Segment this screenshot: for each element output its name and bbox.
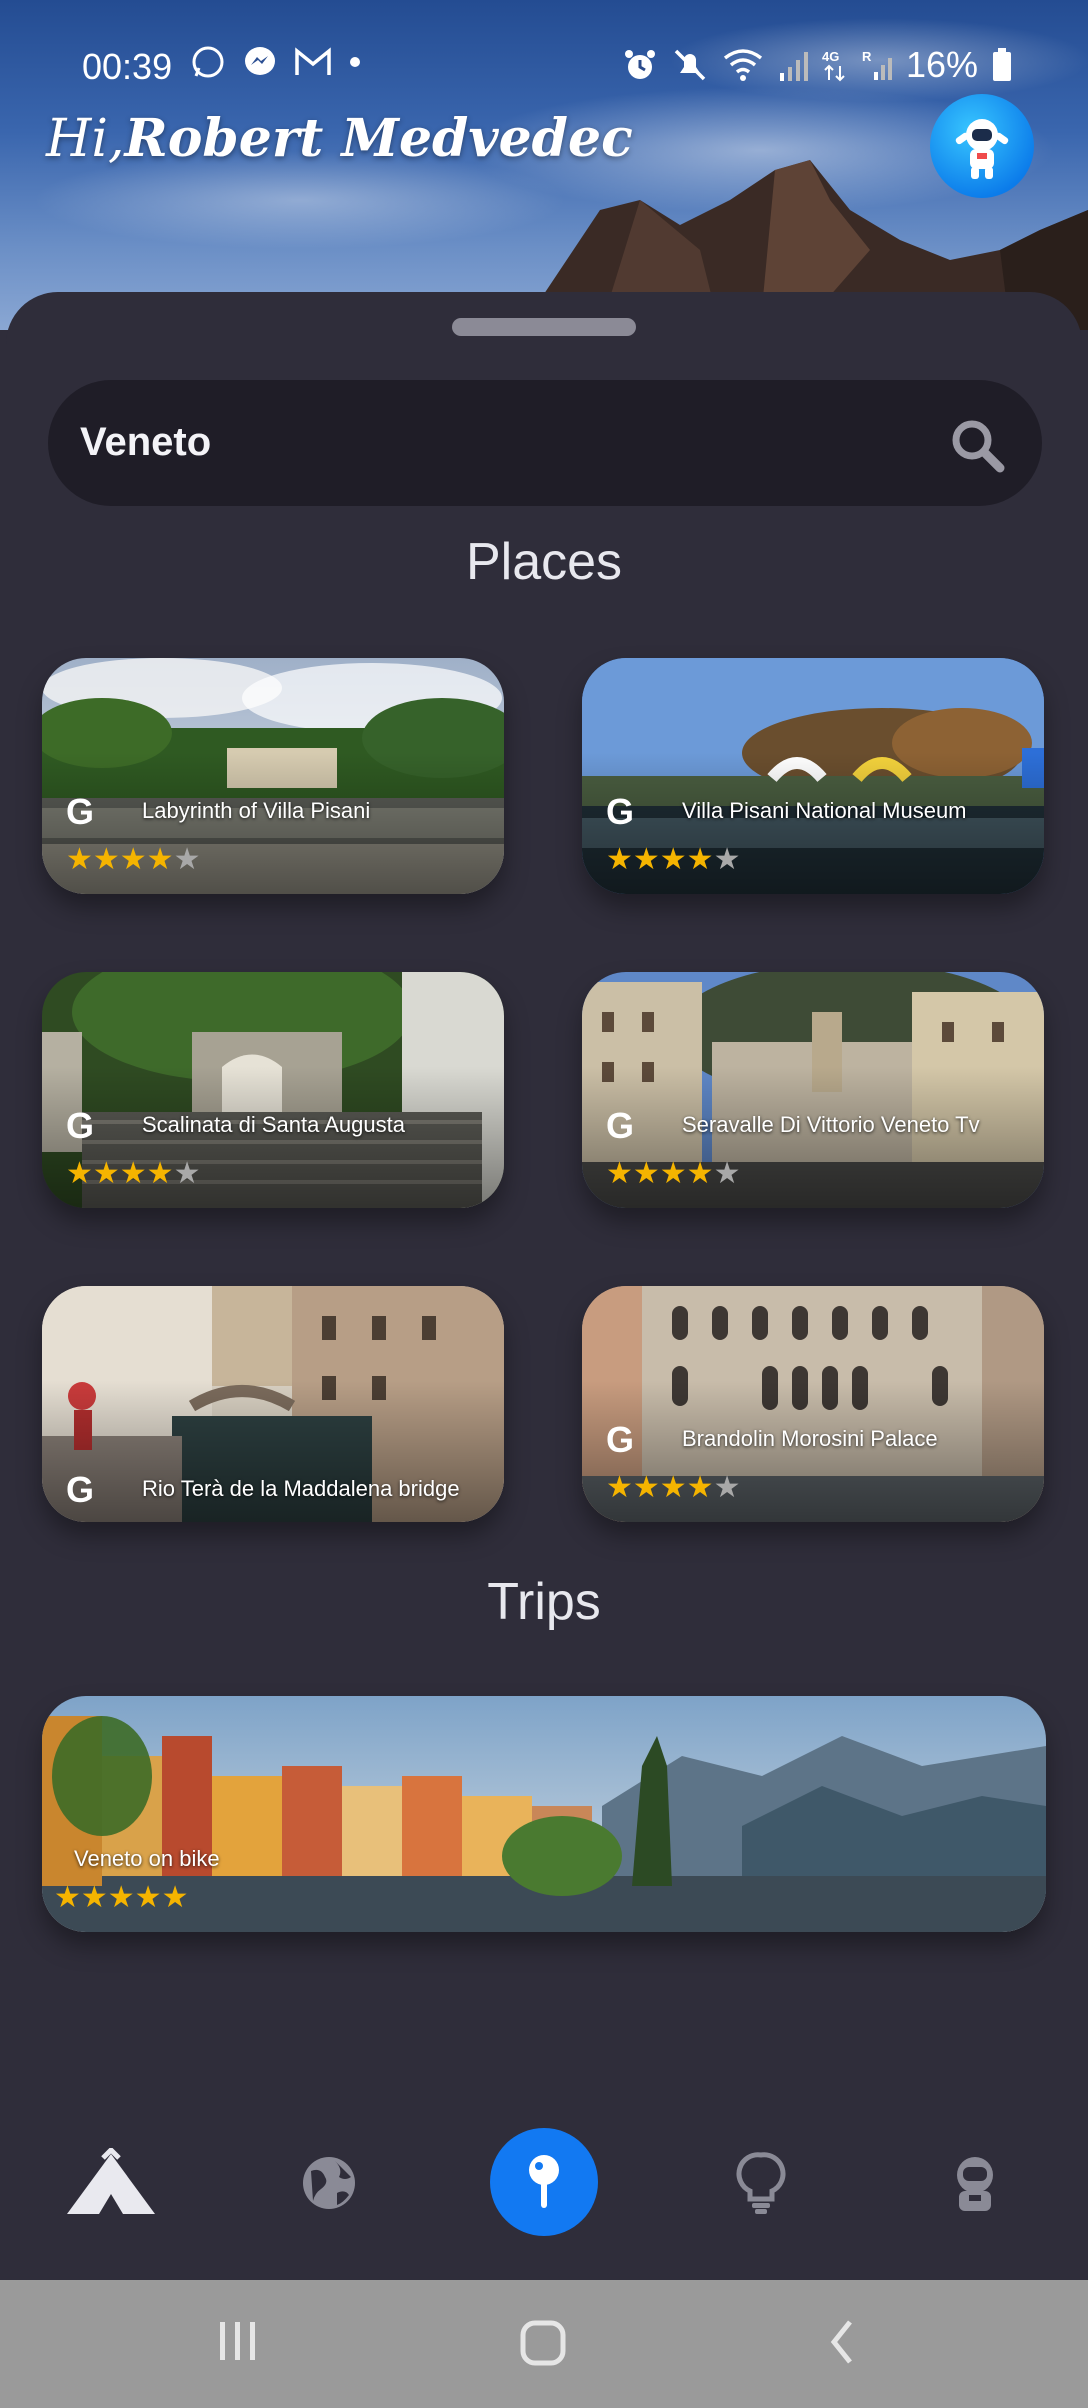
nav-profile[interactable] xyxy=(920,2128,1030,2238)
nav-ideas[interactable] xyxy=(706,2128,816,2238)
alarm-icon xyxy=(624,50,655,79)
places-title: Places xyxy=(465,533,623,591)
search-bar[interactable]: Veneto xyxy=(48,380,1042,506)
system-navigation-bar xyxy=(0,2280,1088,2408)
search-input[interactable]: Veneto xyxy=(80,420,211,465)
dot-icon xyxy=(350,57,360,67)
search-icon[interactable] xyxy=(948,416,1006,474)
signal-r-icon: R xyxy=(862,49,892,80)
google-icon: G xyxy=(606,1105,635,1146)
google-icon: G xyxy=(606,791,635,832)
profile-avatar-button[interactable] xyxy=(930,94,1034,198)
place-card[interactable]: G Brandolin Morosini Palace ★★★★★ xyxy=(582,1286,1044,1522)
main-sheet: Veneto Places G Labyrinth of Villa Pisan… xyxy=(6,292,1082,2282)
globe-icon xyxy=(303,2157,355,2209)
system-status-icons: 4G R 16% xyxy=(622,44,1012,86)
place-name: Seravalle Di Vittorio Veneto Tv xyxy=(682,1112,980,1137)
nav-places[interactable] xyxy=(490,2128,598,2236)
nav-camp[interactable] xyxy=(56,2128,166,2238)
wifi-icon xyxy=(723,49,763,81)
place-name: Labyrinth of Villa Pisani xyxy=(142,798,371,823)
place-name: Brandolin Morosini Palace xyxy=(682,1426,938,1451)
messenger-icon xyxy=(245,47,275,75)
home-icon[interactable] xyxy=(518,2318,568,2368)
google-icon: G xyxy=(606,1419,635,1460)
place-card[interactable]: G Villa Pisani National Museum ★★★★★ xyxy=(582,658,1044,894)
battery-percentage: 16% xyxy=(905,44,978,85)
gmail-icon xyxy=(295,47,331,75)
network-4g-icon: 4G xyxy=(822,49,845,82)
rating-stars: ★★★★★ xyxy=(606,1471,741,1504)
astronaut-avatar-icon xyxy=(955,119,1009,179)
place-card[interactable]: G Scalinata di Santa Augusta ★★★★★ xyxy=(42,972,504,1208)
google-icon: G xyxy=(66,1469,95,1510)
recent-apps-icon[interactable] xyxy=(216,2318,260,2364)
place-name: Rio Terà de la Maddalena bridge xyxy=(142,1476,460,1501)
lightbulb-icon xyxy=(736,2152,786,2214)
rating-stars: ★★★★★ xyxy=(54,1881,189,1914)
trip-photo xyxy=(42,1696,1046,1932)
svg-text:4G: 4G xyxy=(822,49,839,64)
rating-stars: ★★★★★ xyxy=(66,843,201,876)
place-card[interactable]: G Rio Terà de la Maddalena bridge xyxy=(42,1286,504,1522)
back-icon[interactable] xyxy=(826,2318,858,2366)
notification-icons xyxy=(190,44,362,80)
google-icon: G xyxy=(66,791,95,832)
place-name: Scalinata di Santa Augusta xyxy=(142,1112,405,1137)
place-card[interactable]: G Seravalle Di Vittorio Veneto Tv ★★★★★ xyxy=(582,972,1044,1208)
battery-icon xyxy=(993,48,1011,81)
astronaut-icon xyxy=(957,2157,993,2211)
mute-icon xyxy=(674,49,706,81)
place-card[interactable]: G Labyrinth of Villa Pisani ★★★★★ xyxy=(42,658,504,894)
pin-icon xyxy=(529,2155,559,2208)
rating-stars: ★★★★★ xyxy=(66,1157,201,1190)
greeting: Hi,Robert Medvedec xyxy=(46,108,633,169)
google-icon: G xyxy=(66,1105,95,1146)
greeting-prefix: Hi, xyxy=(46,109,125,169)
whatsapp-icon xyxy=(192,46,224,78)
status-bar: 00:39 4G R 16% xyxy=(0,40,1088,90)
drag-handle[interactable] xyxy=(452,318,636,336)
user-name: Robert Medvedec xyxy=(124,108,633,169)
camp-icon xyxy=(67,2148,155,2214)
trips-title: Trips xyxy=(487,1573,601,1631)
nav-explore[interactable] xyxy=(274,2128,384,2238)
place-name: Villa Pisani National Museum xyxy=(682,798,967,823)
signal-icon xyxy=(779,52,808,81)
rating-stars: ★★★★★ xyxy=(606,843,741,876)
svg-text:R: R xyxy=(862,49,872,64)
trip-card[interactable]: Veneto on bike ★★★★★ xyxy=(42,1696,1046,1932)
bottom-navigation xyxy=(0,2108,1088,2268)
status-time: 00:39 xyxy=(82,46,173,87)
rating-stars: ★★★★★ xyxy=(606,1157,741,1190)
trip-name: Veneto on bike xyxy=(74,1846,220,1871)
